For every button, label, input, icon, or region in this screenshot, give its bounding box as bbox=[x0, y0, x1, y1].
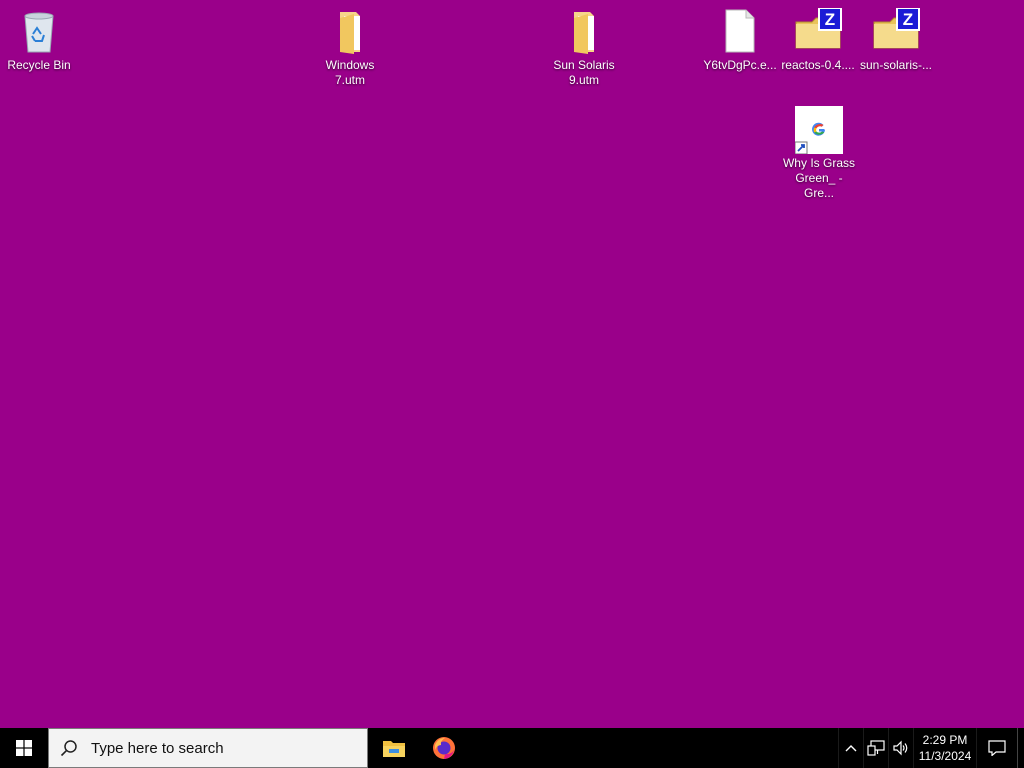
taskbar-clock[interactable]: 2:29 PM 11/3/2024 bbox=[913, 728, 976, 768]
notification-icon bbox=[988, 740, 1006, 756]
start-button[interactable] bbox=[0, 728, 48, 768]
folder-icon bbox=[326, 8, 374, 56]
desktop-icon-label: Sun Solaris 9.utm bbox=[553, 58, 615, 87]
clock-date: 11/3/2024 bbox=[918, 749, 972, 763]
google-shortcut-icon bbox=[794, 106, 843, 155]
firefox-icon bbox=[433, 737, 455, 759]
network-icon bbox=[867, 740, 885, 756]
search-input[interactable] bbox=[89, 738, 353, 758]
desktop-icon-label: reactos-0.4.... bbox=[781, 58, 855, 72]
taskbar-search-box[interactable] bbox=[48, 728, 368, 768]
show-desktop-button[interactable] bbox=[1017, 728, 1024, 768]
taskbar-spacer bbox=[468, 728, 838, 768]
blank-file-icon bbox=[716, 8, 764, 56]
windows-logo-icon bbox=[16, 740, 32, 756]
action-center-button[interactable] bbox=[976, 728, 1017, 768]
desktop: Recycle Bin Windows 7.utm Sun Solaris 9.… bbox=[0, 0, 1024, 728]
show-hidden-icons-button[interactable] bbox=[838, 728, 863, 768]
svg-text:Z: Z bbox=[825, 10, 835, 29]
chevron-up-icon bbox=[845, 745, 857, 752]
desktop-icon-y6tvdgpc[interactable]: Y6tvDgPc.e... bbox=[702, 8, 778, 73]
recycle-bin-icon bbox=[15, 8, 63, 56]
taskbar-firefox[interactable] bbox=[420, 728, 468, 768]
desktop-icon-label: Why Is Grass Green_ - Gre... bbox=[782, 156, 855, 200]
search-icon bbox=[49, 739, 89, 757]
network-button[interactable] bbox=[863, 728, 888, 768]
zip-folder-icon: Z bbox=[872, 7, 920, 56]
folder-icon bbox=[560, 8, 608, 56]
svg-text:Z: Z bbox=[903, 10, 913, 29]
desktop-icon-sun-solaris-9-utm[interactable]: Sun Solaris 9.utm bbox=[546, 8, 622, 88]
volume-button[interactable] bbox=[888, 728, 913, 768]
zip-folder-icon: Z bbox=[794, 7, 842, 56]
desktop-icon-recycle-bin[interactable]: Recycle Bin bbox=[1, 8, 77, 73]
desktop-icon-why-is-grass-green[interactable]: Why Is Grass Green_ - Gre... bbox=[781, 106, 857, 201]
clock-time: 2:29 PM bbox=[922, 733, 968, 747]
desktop-icon-label: Windows 7.utm bbox=[325, 58, 375, 87]
desktop-icon-label: Y6tvDgPc.e... bbox=[703, 58, 777, 72]
taskbar: 2:29 PM 11/3/2024 bbox=[0, 728, 1024, 768]
speaker-icon bbox=[893, 740, 908, 756]
taskbar-file-explorer[interactable] bbox=[370, 728, 418, 768]
desktop-icon-reactos-zip[interactable]: Z reactos-0.4.... bbox=[780, 7, 856, 73]
system-tray: 2:29 PM 11/3/2024 bbox=[838, 728, 1024, 768]
desktop-icon-sun-solaris-zip[interactable]: Z sun-solaris-... bbox=[858, 7, 934, 73]
desktop-icon-windows-7-utm[interactable]: Windows 7.utm bbox=[312, 8, 388, 88]
file-explorer-icon bbox=[383, 741, 405, 757]
desktop-icon-label: sun-solaris-... bbox=[859, 58, 933, 72]
desktop-icon-label: Recycle Bin bbox=[7, 58, 71, 72]
